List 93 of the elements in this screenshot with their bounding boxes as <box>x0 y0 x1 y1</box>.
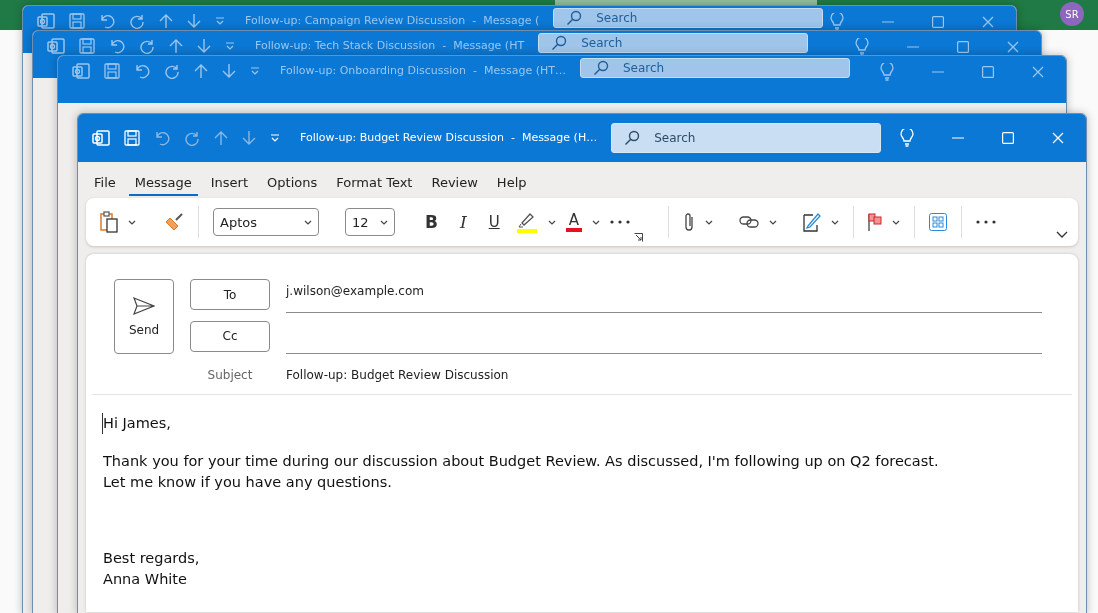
menu-tab[interactable]: Message <box>128 174 198 196</box>
window-title: Follow-up: Budget Review Discussion - Message (H… <box>300 130 598 146</box>
menu-tab[interactable]: File <box>88 174 122 196</box>
maximize-icon[interactable] <box>932 16 944 28</box>
close-icon[interactable] <box>1007 41 1019 53</box>
search-icon <box>624 130 641 146</box>
maximize-icon[interactable] <box>982 66 994 78</box>
redo-icon[interactable] <box>139 38 155 54</box>
bold-button[interactable]: B <box>419 212 444 232</box>
font-size-dropdown[interactable]: 12 <box>345 208 395 236</box>
up-arrow-icon[interactable] <box>169 38 183 54</box>
save-icon[interactable] <box>69 13 85 29</box>
font-color-button[interactable]: A <box>565 212 582 232</box>
highlighter-icon[interactable] <box>515 211 538 233</box>
caret-icon[interactable] <box>704 219 713 225</box>
caret-icon[interactable] <box>830 219 839 225</box>
down-arrow-icon[interactable] <box>187 13 201 29</box>
down-arrow-icon[interactable] <box>197 38 211 54</box>
dialog-launcher-icon[interactable] <box>634 233 643 242</box>
caret-icon[interactable] <box>768 219 777 225</box>
body-text: Hi James, <box>102 413 1062 434</box>
close-icon[interactable] <box>982 16 994 28</box>
to-field[interactable]: j.wilson@example.com <box>286 279 1042 313</box>
down-arrow-icon[interactable] <box>222 63 236 79</box>
caret-icon[interactable] <box>591 219 600 225</box>
undo-icon[interactable] <box>134 63 150 79</box>
mail-app-icon <box>92 130 110 146</box>
caret-icon[interactable] <box>891 219 900 225</box>
down-arrow-icon[interactable] <box>242 130 256 146</box>
menu-tab[interactable]: Format Text <box>330 174 419 196</box>
undo-icon[interactable] <box>109 38 125 54</box>
caret-icon[interactable] <box>380 219 388 225</box>
caret-icon[interactable] <box>128 219 136 225</box>
paperclip-icon[interactable] <box>682 212 695 232</box>
body-text: Let me know if you have any questions. <box>102 473 393 492</box>
lightbulb-icon[interactable] <box>855 38 869 56</box>
menu-tab[interactable]: Insert <box>204 174 255 196</box>
search-icon <box>593 60 609 76</box>
caret-icon[interactable] <box>304 219 312 225</box>
window-title: Follow-up: Tech Stack Discussion - Message (HT <box>255 38 525 54</box>
search-field[interactable]: Search <box>611 123 882 153</box>
save-icon[interactable] <box>104 63 120 79</box>
subject-label: Subject <box>206 368 254 382</box>
font-dropdown[interactable]: Aptos <box>213 208 319 236</box>
redo-icon[interactable] <box>129 13 145 29</box>
customize-caret-icon[interactable] <box>250 67 260 75</box>
flag-icon[interactable] <box>867 213 882 231</box>
body-text: Thank you for your time during our discussion about Budget Review. As discussed, I'm following up on Q2 forecast. <box>102 452 940 471</box>
lightbulb-icon[interactable] <box>880 63 894 81</box>
menu-tab[interactable]: Review <box>425 174 484 196</box>
body-text: Anna White <box>102 570 188 589</box>
send-button[interactable]: Send <box>114 279 174 354</box>
redo-icon[interactable] <box>164 63 180 79</box>
underline-button[interactable]: U <box>482 213 506 231</box>
link-icon[interactable] <box>738 215 759 229</box>
up-arrow-icon[interactable] <box>159 13 173 29</box>
more-icon[interactable] <box>609 220 630 224</box>
up-arrow-icon[interactable] <box>214 130 228 146</box>
body-text: Best regards, <box>102 549 201 568</box>
menu-tab[interactable]: Options <box>261 174 324 196</box>
lightbulb-icon[interactable] <box>830 13 844 31</box>
maximize-icon[interactable] <box>957 41 969 53</box>
mail-app-icon <box>47 38 65 54</box>
redo-icon[interactable] <box>184 130 200 146</box>
format-painter-icon[interactable] <box>164 213 184 231</box>
apps-icon[interactable] <box>928 213 947 231</box>
customize-caret-icon[interactable] <box>225 42 235 50</box>
search-icon <box>566 10 583 26</box>
up-arrow-icon[interactable] <box>194 63 208 79</box>
more-icon[interactable] <box>975 220 996 224</box>
window-title: Follow-up: Campaign Review Discussion - Message ( <box>245 13 540 29</box>
cc-button[interactable]: Cc <box>190 320 270 352</box>
undo-icon[interactable] <box>154 130 170 146</box>
window-title: Follow-up: Onboarding Discussion - Message (HT… <box>280 63 566 79</box>
search-field[interactable]: Search <box>538 33 809 53</box>
search-field[interactable]: Search <box>553 8 824 28</box>
undo-icon[interactable] <box>99 13 115 29</box>
signature-icon[interactable] <box>802 212 821 232</box>
mail-app-icon <box>72 63 90 79</box>
menu-tab[interactable]: Help <box>490 174 533 196</box>
search-field[interactable]: Search <box>580 58 850 78</box>
caret-icon[interactable] <box>547 219 556 225</box>
subject-field[interactable]: Follow-up: Budget Review Discussion <box>286 368 1042 382</box>
customize-caret-icon[interactable] <box>215 17 225 25</box>
search-icon <box>551 35 568 51</box>
mail-app-icon <box>37 13 55 29</box>
expand-ribbon-icon[interactable] <box>1056 231 1068 238</box>
italic-button[interactable]: I <box>453 212 473 232</box>
send-icon <box>133 296 155 315</box>
to-button[interactable]: To <box>190 279 270 310</box>
paste-icon[interactable] <box>100 211 118 233</box>
close-icon[interactable] <box>1032 66 1044 78</box>
save-icon[interactable] <box>79 38 95 54</box>
